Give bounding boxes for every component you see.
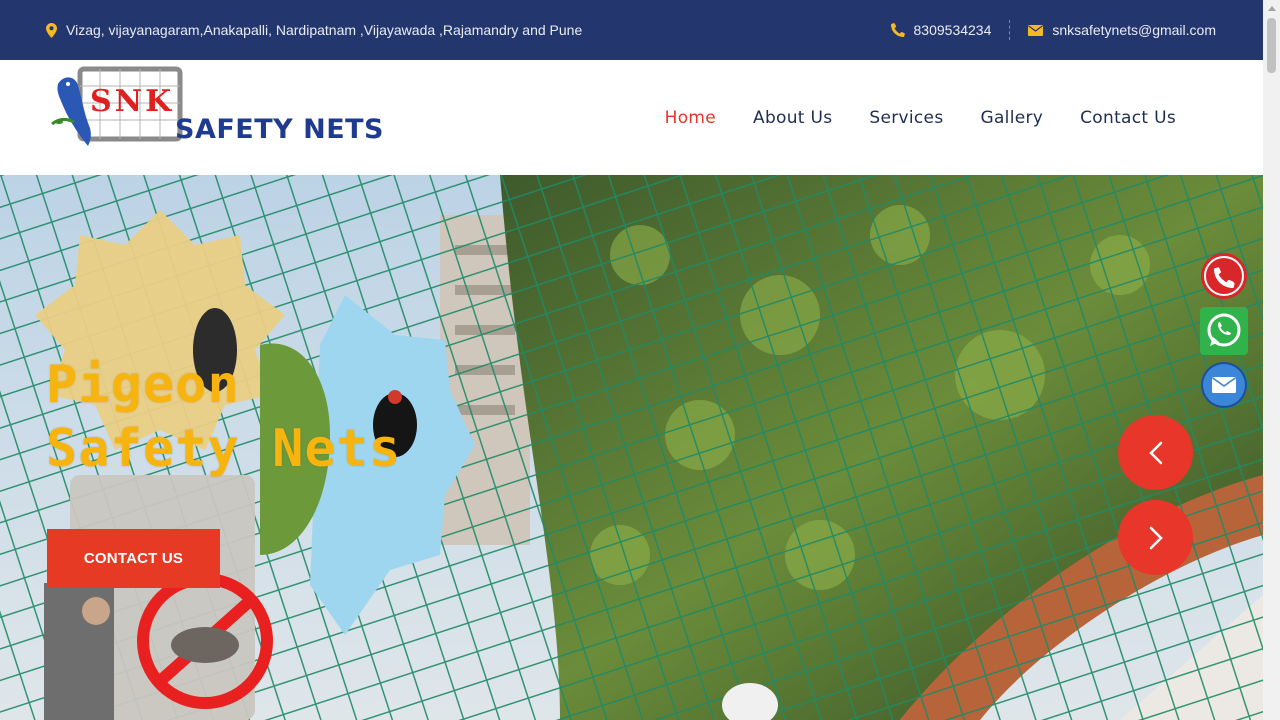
phone-call-icon [1201, 253, 1247, 299]
floating-email-button[interactable] [1200, 361, 1248, 409]
whatsapp-icon [1200, 307, 1248, 355]
email-info[interactable]: snksafetynets@gmail.com [1028, 22, 1216, 38]
hero-title: Pigeon Safety Nets [46, 353, 401, 481]
floating-whatsapp-button[interactable] [1200, 307, 1248, 355]
scrollbar-thumb[interactable] [1267, 18, 1276, 73]
phone-icon [890, 23, 905, 37]
hero-title-line-1: Pigeon [46, 355, 240, 415]
slider-prev-button[interactable] [1118, 415, 1193, 490]
locations-info: Vizag, vijayanagaram,Anakapalli, Nardipa… [46, 22, 582, 38]
hero-slider: Pigeon Safety Nets CONTACT US [0, 175, 1263, 720]
nav-about-us[interactable]: About Us [753, 108, 832, 128]
email-icon [1201, 362, 1247, 408]
chevron-right-icon [1149, 526, 1163, 549]
top-info-bar: Vizag, vijayanagaram,Anakapalli, Nardipa… [0, 0, 1263, 60]
scroll-up-arrow-icon[interactable] [1263, 0, 1280, 17]
contact-us-button[interactable]: CONTACT US [47, 529, 220, 588]
phone-number[interactable]: 8309534234 [914, 22, 992, 38]
logo-badge-text: SNK [90, 84, 175, 119]
nav-contact-us[interactable]: Contact Us [1080, 108, 1176, 128]
slider-next-button[interactable] [1118, 500, 1193, 575]
envelope-icon [1028, 24, 1044, 36]
chevron-left-icon [1148, 441, 1162, 464]
site-logo[interactable]: SNK SAFETY NETS [50, 66, 384, 150]
locations-text: Vizag, vijayanagaram,Anakapalli, Nardipa… [66, 22, 583, 38]
main-nav: Home About Us Services Gallery Contact U… [665, 108, 1176, 128]
phone-info[interactable]: 8309534234 [890, 22, 992, 38]
logo-wordmark: SAFETY NETS [175, 114, 385, 145]
nav-gallery[interactable]: Gallery [980, 108, 1043, 128]
topbar-divider [1009, 20, 1011, 40]
hero-title-line-2: Safety Nets [46, 419, 402, 479]
page-scrollbar[interactable] [1263, 0, 1280, 720]
floating-call-button[interactable] [1200, 252, 1248, 300]
map-pin-icon [46, 22, 57, 38]
site-header: SNK SAFETY NETS Home About Us Services G… [0, 60, 1263, 175]
nav-services[interactable]: Services [869, 108, 943, 128]
nav-home[interactable]: Home [665, 108, 716, 128]
email-address[interactable]: snksafetynets@gmail.com [1052, 22, 1216, 38]
